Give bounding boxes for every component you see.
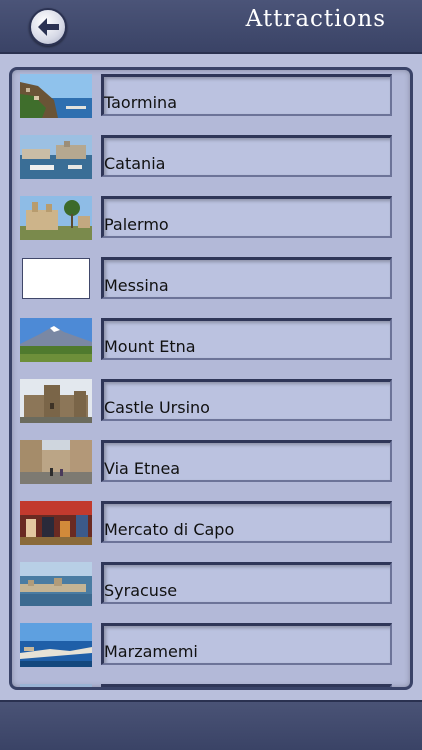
- thumbnail-image: [20, 501, 92, 545]
- list-item[interactable]: Taormina: [12, 72, 410, 133]
- list-item[interactable]: Marzamemi: [12, 621, 410, 682]
- attractions-panel[interactable]: Taormina Catania Palermo Messina Mount E…: [9, 67, 413, 690]
- attraction-label: Castle Ursino: [104, 398, 210, 417]
- list-item[interactable]: Catania: [12, 133, 410, 194]
- attraction-button[interactable]: Palermo: [101, 196, 392, 238]
- thumbnail-placeholder: [22, 258, 90, 299]
- attraction-label: Mount Etna: [104, 337, 196, 356]
- top-bar: Attractions: [0, 0, 422, 54]
- list-item[interactable]: Via Etnea: [12, 438, 410, 499]
- arrow-left-icon: [38, 18, 59, 36]
- attraction-label: Via Etnea: [104, 459, 181, 478]
- attraction-label: Taormina: [104, 93, 177, 112]
- back-button[interactable]: [29, 8, 67, 46]
- list-item[interactable]: Palermo: [12, 194, 410, 255]
- bottom-bar: [0, 700, 422, 750]
- attraction-button[interactable]: [101, 684, 392, 687]
- attraction-button[interactable]: Mount Etna: [101, 318, 392, 360]
- attraction-label: Marzamemi: [104, 642, 198, 661]
- attraction-button[interactable]: Marzamemi: [101, 623, 392, 665]
- page-title: Attractions: [245, 6, 386, 32]
- attraction-button[interactable]: Mercato di Capo: [101, 501, 392, 543]
- attraction-button[interactable]: Taormina: [101, 74, 392, 116]
- list-item[interactable]: Castle Ursino: [12, 377, 410, 438]
- list-item[interactable]: [12, 682, 410, 687]
- attraction-label: Palermo: [104, 215, 169, 234]
- attraction-label: Syracuse: [104, 581, 178, 600]
- attraction-label: Mercato di Capo: [104, 520, 235, 539]
- list-item[interactable]: Syracuse: [12, 560, 410, 621]
- thumbnail-image: [20, 74, 92, 118]
- thumbnail-image: [20, 684, 92, 687]
- thumbnail-image: [20, 379, 92, 423]
- attraction-button[interactable]: Catania: [101, 135, 392, 177]
- list-item[interactable]: Messina: [12, 255, 410, 316]
- list-item[interactable]: Mount Etna: [12, 316, 410, 377]
- attraction-label: Messina: [104, 276, 169, 295]
- thumbnail-image: [20, 623, 92, 667]
- attraction-button[interactable]: Syracuse: [101, 562, 392, 604]
- thumbnail-image: [20, 318, 92, 362]
- attraction-label: Catania: [104, 154, 166, 173]
- attraction-button[interactable]: Via Etnea: [101, 440, 392, 482]
- thumbnail-image: [20, 135, 92, 179]
- thumbnail-image: [20, 440, 92, 484]
- thumbnail-image: [20, 562, 92, 606]
- list-item[interactable]: Mercato di Capo: [12, 499, 410, 560]
- attraction-button[interactable]: Messina: [101, 257, 392, 299]
- attraction-button[interactable]: Castle Ursino: [101, 379, 392, 421]
- thumbnail-image: [20, 196, 92, 240]
